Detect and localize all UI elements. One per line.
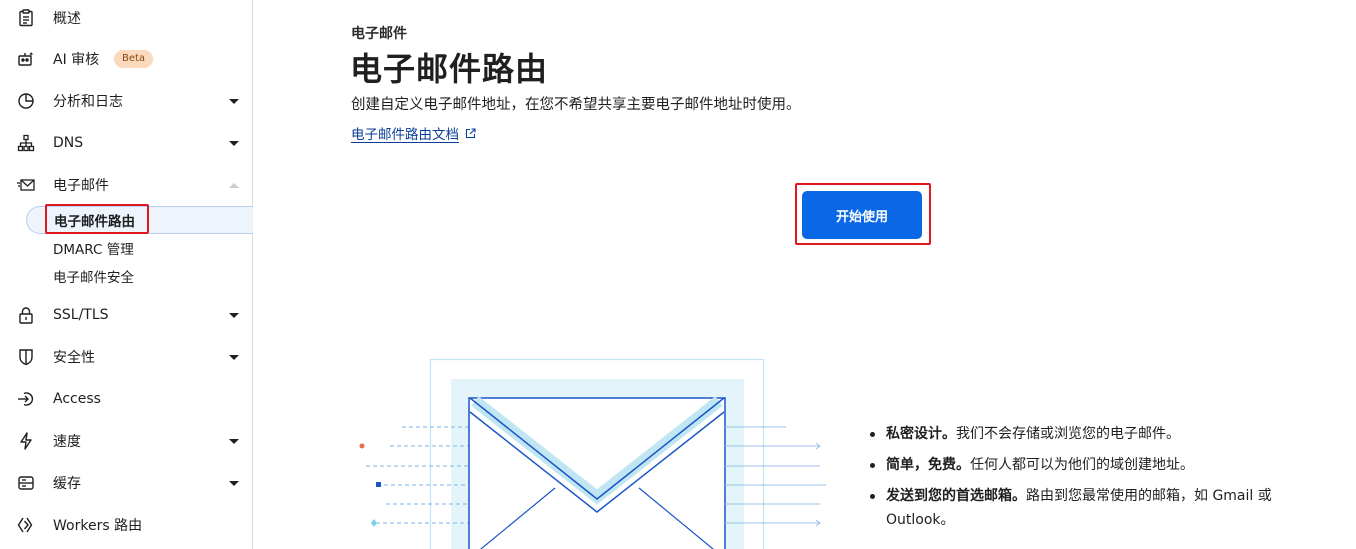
sidebar-item-security[interactable]: 安全性 bbox=[0, 342, 252, 372]
feature-title: 发送到您的首选邮箱。 bbox=[886, 488, 1026, 504]
sidebar-item-label: 安全性 bbox=[53, 350, 95, 366]
sidebar-item-analytics[interactable]: 分析和日志 bbox=[0, 86, 252, 116]
sidebar-item-access[interactable]: Access bbox=[0, 384, 252, 414]
sidebar-item-label: 电子邮件 bbox=[53, 178, 109, 194]
sidebar-subitem-label: 电子邮件路由 bbox=[54, 214, 135, 230]
docs-link-label: 电子邮件路由文档 bbox=[351, 127, 459, 143]
beta-badge: Beta bbox=[114, 50, 154, 68]
network-icon bbox=[17, 134, 35, 152]
page-eyebrow: 电子邮件 bbox=[351, 26, 407, 42]
sidebar-item-label: AI 审核 bbox=[53, 52, 100, 68]
sidebar-subitem-email-security[interactable]: 电子邮件安全 bbox=[26, 262, 253, 290]
chevron-down-icon[interactable] bbox=[229, 480, 239, 486]
sidebar-item-label: DNS bbox=[53, 135, 84, 151]
workers-icon bbox=[17, 516, 35, 534]
sidebar-item-label: 缓存 bbox=[53, 476, 81, 492]
sidebar-item-label: 概述 bbox=[53, 11, 81, 27]
sidebar-item-label: 分析和日志 bbox=[53, 94, 123, 110]
access-icon bbox=[17, 390, 35, 408]
sidebar-item-label: SSL/TLS bbox=[53, 307, 109, 323]
feature-item: 简单，免费。任何人都可以为他们的域创建地址。 bbox=[864, 453, 1344, 477]
sidebar-subitem-label: DMARC 管理 bbox=[53, 242, 134, 258]
feature-title: 私密设计。 bbox=[886, 426, 956, 442]
pie-chart-icon bbox=[17, 92, 35, 110]
email-illustration bbox=[359, 358, 826, 549]
sidebar-item-speed[interactable]: 速度 bbox=[0, 426, 252, 456]
sidebar-item-label: Workers 路由 bbox=[53, 518, 143, 534]
get-started-button[interactable]: 开始使用 bbox=[802, 191, 922, 239]
feature-item: 私密设计。我们不会存储或浏览您的电子邮件。 bbox=[864, 422, 1344, 446]
feature-text: 我们不会存储或浏览您的电子邮件。 bbox=[956, 426, 1180, 442]
feature-text: 任何人都可以为他们的域创建地址。 bbox=[970, 457, 1194, 473]
sidebar-item-dns[interactable]: DNS bbox=[0, 128, 252, 158]
sidebar-item-cache[interactable]: 缓存 bbox=[0, 468, 252, 498]
chevron-down-icon[interactable] bbox=[229, 354, 239, 360]
shield-icon bbox=[17, 348, 35, 366]
sidebar-subitem-email-routing[interactable]: 电子邮件路由 bbox=[26, 206, 253, 234]
page-title: 电子邮件路由 bbox=[350, 50, 549, 88]
app: 概述 AI 审核 Beta 分析和日志 DNS 电子邮件 电子邮件路由 DMAR… bbox=[0, 0, 1356, 549]
sidebar-item-label: 速度 bbox=[53, 434, 81, 450]
feature-title: 简单，免费。 bbox=[886, 457, 970, 473]
external-link-icon bbox=[465, 127, 476, 138]
chevron-down-icon[interactable] bbox=[229, 438, 239, 444]
docs-link[interactable]: 电子邮件路由文档 bbox=[351, 123, 476, 143]
robot-icon bbox=[17, 50, 35, 68]
sidebar-item-ssl[interactable]: SSL/TLS bbox=[0, 300, 252, 330]
sidebar-item-ai-audit[interactable]: AI 审核 Beta bbox=[0, 44, 252, 74]
feature-item: 发送到您的首选邮箱。路由到您最常使用的邮箱，如 Gmail 或 Outlook。 bbox=[864, 484, 1344, 532]
chevron-down-icon[interactable] bbox=[229, 140, 239, 146]
clipboard-icon bbox=[17, 9, 35, 27]
envelope-icon bbox=[17, 176, 35, 194]
chevron-down-icon[interactable] bbox=[229, 98, 239, 104]
lock-icon bbox=[17, 306, 35, 324]
features-list: 私密设计。我们不会存储或浏览您的电子邮件。 简单，免费。任何人都可以为他们的域创… bbox=[864, 422, 1344, 539]
storage-icon bbox=[17, 474, 35, 492]
sidebar-item-label: Access bbox=[53, 391, 101, 407]
lightning-icon bbox=[17, 432, 35, 450]
chevron-down-icon[interactable] bbox=[229, 312, 239, 318]
sidebar-item-overview[interactable]: 概述 bbox=[0, 3, 252, 33]
main-content: 电子邮件 电子邮件路由 创建自定义电子邮件地址，在您不希望共享主要电子邮件地址时… bbox=[254, 0, 1356, 549]
chevron-up-icon[interactable] bbox=[229, 182, 239, 188]
sidebar-subitem-label: 电子邮件安全 bbox=[53, 270, 134, 286]
page-description: 创建自定义电子邮件地址，在您不希望共享主要电子邮件地址时使用。 bbox=[351, 97, 801, 113]
sidebar: 概述 AI 审核 Beta 分析和日志 DNS 电子邮件 电子邮件路由 DMAR… bbox=[0, 0, 253, 549]
sidebar-item-workers-routes[interactable]: Workers 路由 bbox=[0, 510, 252, 540]
sidebar-subitem-dmarc[interactable]: DMARC 管理 bbox=[26, 234, 253, 262]
sidebar-item-email[interactable]: 电子邮件 bbox=[0, 170, 252, 200]
